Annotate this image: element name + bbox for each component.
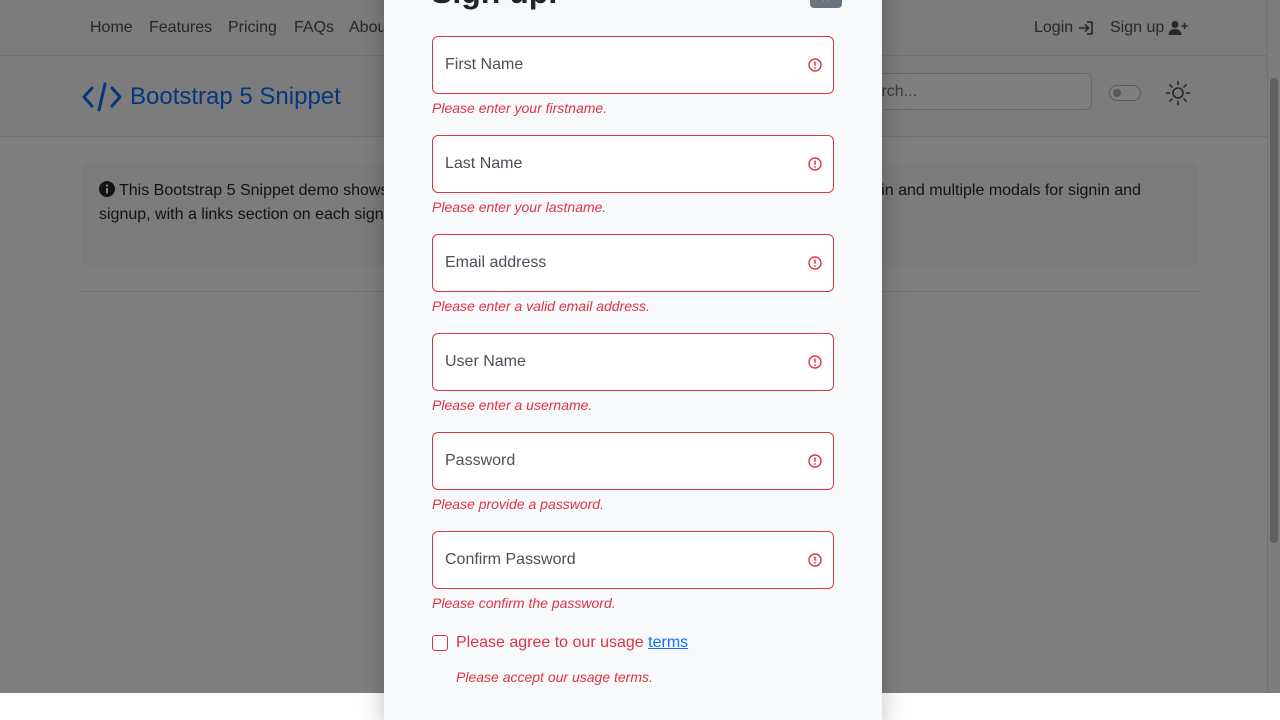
- terms-label: Please agree to our usage terms: [456, 634, 688, 652]
- close-button[interactable]: ×: [810, 0, 842, 8]
- first-name-error: Please enter your firstname.: [432, 100, 608, 116]
- terms-link[interactable]: terms: [648, 634, 688, 651]
- confirm-password-error: Please confirm the password.: [432, 595, 616, 611]
- terms-checkbox[interactable]: [432, 635, 448, 651]
- password-error: Please provide a password.: [432, 496, 604, 512]
- confirm-password-field: [432, 531, 834, 589]
- exclamation-circle-icon: [808, 355, 822, 369]
- signup-modal: Sign up. × Please enter your firstname. …: [384, 0, 882, 720]
- password-input[interactable]: [433, 433, 793, 489]
- first-name-field: [432, 36, 834, 94]
- confirm-password-input[interactable]: [433, 532, 793, 588]
- exclamation-circle-icon: [808, 454, 822, 468]
- email-error: Please enter a valid email address.: [432, 298, 650, 314]
- email-field: [432, 234, 834, 292]
- last-name-field: [432, 135, 834, 193]
- username-field: [432, 333, 834, 391]
- terms-row: Please agree to our usage terms: [432, 634, 688, 652]
- username-error: Please enter a username.: [432, 397, 593, 413]
- password-field: [432, 432, 834, 490]
- last-name-input[interactable]: [433, 136, 793, 192]
- exclamation-circle-icon: [808, 256, 822, 270]
- email-input[interactable]: [433, 235, 793, 291]
- exclamation-circle-icon: [808, 157, 822, 171]
- exclamation-circle-icon: [808, 58, 822, 72]
- terms-error: Please accept our usage terms.: [456, 669, 653, 685]
- exclamation-circle-icon: [808, 553, 822, 567]
- first-name-input[interactable]: [433, 37, 793, 93]
- username-input[interactable]: [433, 334, 793, 390]
- last-name-error: Please enter your lastname.: [432, 199, 607, 215]
- modal-title: Sign up.: [431, 0, 557, 11]
- terms-label-text: Please agree to our usage: [456, 634, 644, 651]
